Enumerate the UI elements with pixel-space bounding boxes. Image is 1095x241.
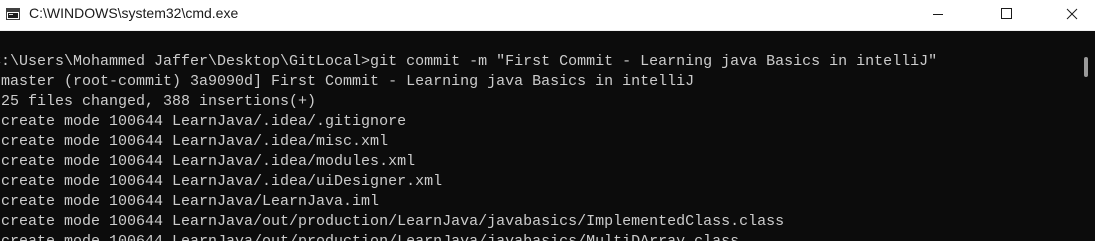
close-icon bbox=[1066, 8, 1078, 20]
console-line: create mode 100644 LearnJava/.idea/misc.… bbox=[0, 133, 389, 150]
title-bar[interactable]: C:\WINDOWS\system32\cmd.exe bbox=[0, 0, 1095, 31]
console-line: create mode 100644 LearnJava/.idea/.giti… bbox=[0, 113, 407, 130]
console-output[interactable]: C:\Users\Mohammed Jaffer\Desktop\GitLoca… bbox=[0, 31, 1078, 241]
console-line: create mode 100644 LearnJava/out/product… bbox=[0, 213, 785, 230]
console-line: create mode 100644 LearnJava/.idea/modul… bbox=[0, 153, 416, 170]
console-line: create mode 100644 LearnJava/.idea/uiDes… bbox=[0, 173, 443, 190]
maximize-button[interactable] bbox=[983, 0, 1029, 30]
console-line: C:\Users\Mohammed Jaffer\Desktop\GitLoca… bbox=[0, 53, 938, 70]
console-line: [master (root-commit) 3a9090d] First Com… bbox=[0, 73, 695, 90]
vertical-scrollbar[interactable] bbox=[1078, 31, 1095, 241]
maximize-icon bbox=[1001, 8, 1012, 19]
cmd-icon[interactable] bbox=[6, 8, 20, 20]
console-line: create mode 100644 LearnJava/LearnJava.i… bbox=[0, 193, 380, 210]
window-title: C:\WINDOWS\system32\cmd.exe bbox=[29, 5, 239, 21]
console-line: create mode 100644 LearnJava/out/product… bbox=[0, 232, 739, 241]
cmd-window: C:\WINDOWS\system32\cmd.exe C:\Users\Moh… bbox=[0, 0, 1095, 241]
minimize-button[interactable] bbox=[915, 0, 961, 30]
scrollbar-thumb[interactable] bbox=[1084, 57, 1088, 77]
minimize-icon bbox=[933, 14, 943, 15]
close-button[interactable] bbox=[1049, 0, 1095, 30]
console-line: 25 files changed, 388 insertions(+) bbox=[0, 93, 317, 110]
